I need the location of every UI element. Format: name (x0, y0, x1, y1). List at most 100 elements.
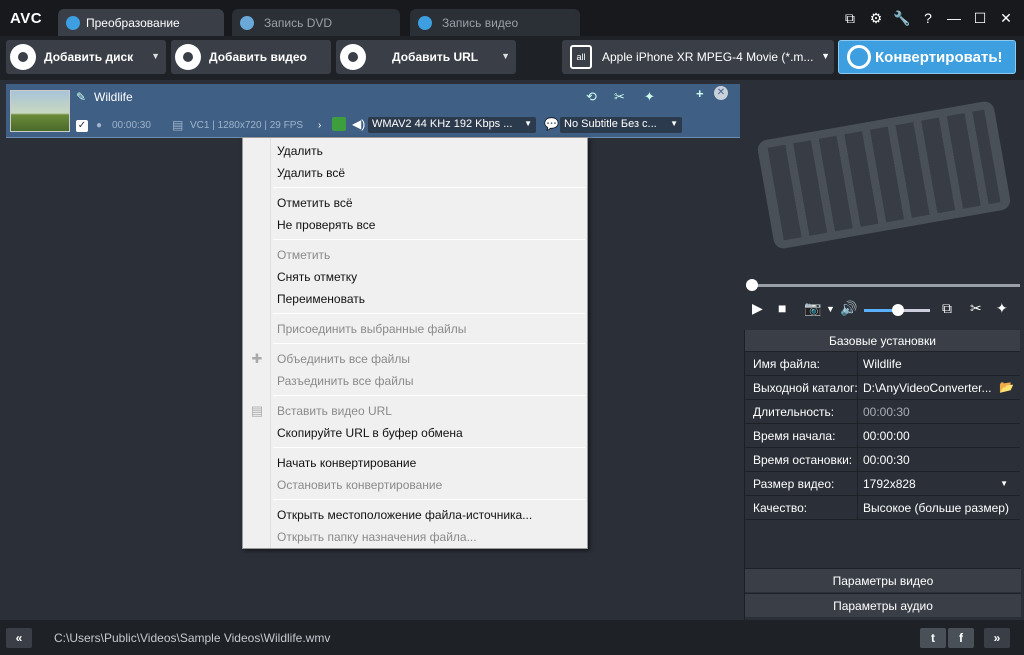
file-name[interactable]: Wildlife (94, 90, 133, 104)
output-profile-select[interactable]: all Apple iPhone XR MPEG-4 Movie (*.m...… (562, 40, 834, 74)
menu-item-merge-all: Объединить все файлы (277, 352, 410, 366)
setting-key: Время начала: (753, 429, 836, 443)
menu-item-start-conversion[interactable]: Начать конвертирование (277, 453, 416, 473)
expand-right-button[interactable]: » (984, 628, 1010, 648)
tab-conversion[interactable]: Преобразование (58, 9, 224, 36)
add-url-button[interactable]: Добавить URL ▼ (336, 40, 516, 74)
setting-row: Имя файла: Wildlife (745, 352, 1020, 376)
convert-tab-icon (66, 15, 80, 30)
chevron-down-icon[interactable]: ▼ (826, 304, 835, 314)
duration-field: 00:00:30 (857, 400, 1021, 424)
menu-item-delete[interactable]: Удалить (277, 141, 323, 161)
menu-separator (273, 313, 585, 314)
effects-icon[interactable]: ✦ (644, 89, 655, 105)
menu-item-stop-conversion: Остановить конвертирование (277, 478, 443, 492)
merge-icon: ✚ (251, 351, 263, 366)
chevron-down-icon[interactable]: ▼ (1000, 479, 1008, 488)
register-icon[interactable]: ⧉ (838, 8, 862, 28)
audio-params-button[interactable]: Параметры аудио (745, 593, 1021, 617)
menu-item-open-output-folder: Открыть папку назначения файла... (277, 530, 477, 544)
pencil-icon[interactable]: ✎ (76, 90, 86, 104)
video-size-select[interactable]: 1792x828 (857, 472, 1021, 496)
setting-row: Размер видео: 1792x828 ▼ (745, 472, 1020, 496)
seek-handle[interactable] (746, 279, 758, 291)
chevron-down-icon[interactable]: ▼ (821, 51, 830, 61)
tab-record[interactable]: Запись видео (410, 9, 580, 36)
menu-item-copy-url[interactable]: Скопируйте URL в буфер обмена (277, 423, 463, 443)
setting-key: Размер видео: (753, 477, 835, 491)
chevron-down-icon: ▼ (524, 119, 532, 128)
setting-row: Качество: Высокое (больше размер) (745, 496, 1020, 520)
gear-icon[interactable]: ⚙ (864, 8, 888, 28)
audio-track-label: WMAV2 44 KHz 192 Kbps ... (372, 118, 513, 130)
wrench-icon[interactable]: 🔧 (890, 8, 914, 28)
add-icon[interactable]: + (696, 86, 704, 101)
setting-row: Время начала: 00:00:00 (745, 424, 1020, 448)
volume-slider[interactable] (864, 304, 930, 316)
volume-icon[interactable]: 🔊 (840, 300, 857, 317)
menu-separator (273, 395, 585, 396)
menu-separator (273, 343, 585, 344)
twitter-icon[interactable]: t (920, 628, 946, 648)
menu-item-uncheck-all[interactable]: Не проверять все (277, 215, 375, 235)
copy-icon[interactable]: ⧉ (942, 300, 952, 317)
add-url-label: Добавить URL (392, 50, 479, 64)
video-thumbnail (10, 90, 70, 132)
volume-handle[interactable] (892, 304, 904, 316)
add-disc-label: Добавить диск (44, 50, 134, 64)
window-controls: ⧉ ⚙ 🔧 ? — ☐ ✕ (838, 8, 1018, 28)
file-checkbox[interactable]: ✓ (76, 120, 88, 132)
quality-select[interactable]: Высокое (больше размер) (857, 496, 1021, 520)
menu-item-check: Отметить (277, 248, 331, 262)
folder-icon[interactable]: 📂 (999, 380, 1014, 394)
chevron-down-icon[interactable]: ▼ (151, 51, 160, 61)
audio-track-select[interactable]: WMAV2 44 KHz 192 Kbps ... ▼ (368, 117, 536, 133)
tab-dvd[interactable]: Запись DVD (232, 9, 400, 36)
facebook-icon[interactable]: f (948, 628, 974, 648)
seek-bar[interactable] (746, 279, 1020, 291)
video-params-button[interactable]: Параметры видео (745, 568, 1021, 592)
add-disc-button[interactable]: Добавить диск ▼ (6, 40, 166, 74)
play-icon[interactable]: ▶ (752, 300, 763, 317)
profile-device-icon: all (570, 45, 592, 69)
tab-label: Запись видео (442, 15, 519, 30)
filename-field[interactable]: Wildlife (857, 352, 1021, 376)
clock-icon: ● (96, 120, 103, 131)
scissors-icon[interactable]: ✂ (614, 89, 625, 105)
rotate-icon[interactable]: ⟲ (586, 89, 597, 105)
menu-item-delete-all[interactable]: Удалить всё (277, 163, 345, 183)
scissors-icon[interactable]: ✂ (970, 300, 982, 317)
remove-icon[interactable]: ✕ (714, 86, 728, 100)
convert-button[interactable]: Конвертировать! (838, 40, 1016, 74)
menu-item-uncheck[interactable]: Снять отметку (277, 267, 357, 287)
minimize-icon[interactable]: — (942, 8, 966, 28)
menu-item-open-source-location[interactable]: Открыть местоположение файла-источника..… (277, 505, 532, 525)
help-icon[interactable]: ? (916, 8, 940, 28)
subtitle-select[interactable]: No Subtitle Без с... ▼ (560, 117, 682, 133)
file-row[interactable]: ✎ Wildlife ✓ ● 00:00:30 ▤ VC1 | 1280x720… (6, 84, 740, 138)
menu-item-check-all[interactable]: Отметить всё (277, 193, 353, 213)
settings-header[interactable]: Базовые установки (745, 330, 1020, 352)
output-folder-field[interactable]: D:\AnyVideoConverter... (857, 376, 1021, 400)
app-logo: AVC (10, 10, 43, 27)
setting-key: Время остановки: (753, 453, 853, 467)
add-video-button[interactable]: Добавить видео (171, 40, 331, 74)
menu-item-split-all: Разъединить все файлы (277, 374, 414, 388)
film-icon: ▤ (172, 118, 184, 132)
maximize-icon[interactable]: ☐ (968, 8, 992, 28)
convert-label: Конвертировать! (875, 48, 1003, 66)
menu-item-rename[interactable]: Переименовать (277, 289, 365, 309)
collapse-left-button[interactable]: « (6, 628, 32, 648)
phone-icon[interactable] (332, 117, 346, 131)
stop-icon[interactable]: ■ (778, 300, 786, 316)
stop-time-field[interactable]: 00:00:30 (857, 448, 1021, 472)
source-file-path: C:\Users\Public\Videos\Sample Videos\Wil… (54, 631, 331, 645)
close-icon[interactable]: ✕ (994, 8, 1018, 28)
setting-key: Качество: (753, 501, 808, 515)
effects-icon[interactable]: ✦ (996, 300, 1008, 317)
camera-icon[interactable]: 📷 (804, 300, 821, 317)
start-time-field[interactable]: 00:00:00 (857, 424, 1021, 448)
chevron-down-icon: ▼ (670, 119, 678, 128)
setting-key: Длительность: (753, 405, 835, 419)
chevron-down-icon[interactable]: ▼ (501, 51, 510, 61)
